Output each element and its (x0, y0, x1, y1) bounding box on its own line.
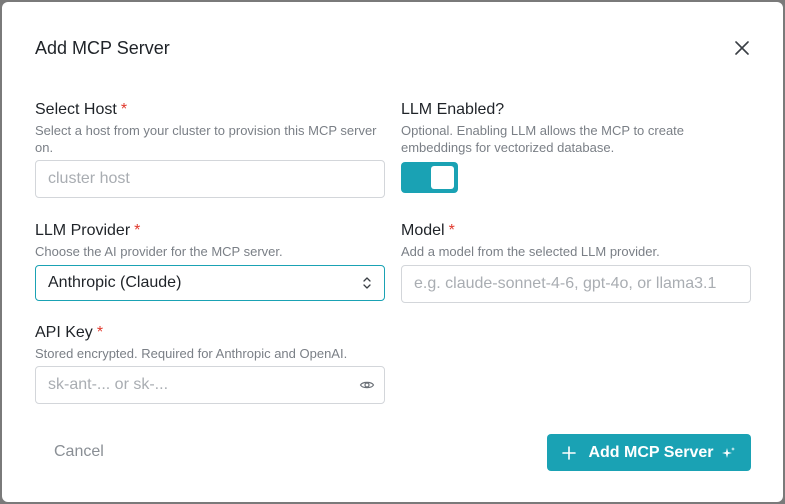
api-key-input[interactable] (35, 366, 385, 404)
close-icon (735, 41, 749, 55)
model-input[interactable] (401, 265, 751, 303)
required-marker: * (96, 324, 104, 341)
api-key-label: API Key * (35, 324, 104, 341)
host-label: Select Host * (35, 101, 128, 118)
eye-icon (359, 381, 375, 389)
model-label: Model * (401, 222, 455, 239)
required-marker: * (448, 222, 455, 239)
host-input[interactable] (35, 160, 385, 198)
add-mcp-server-label: Add MCP Server (588, 443, 714, 461)
required-marker: * (120, 101, 128, 118)
required-marker: * (134, 222, 141, 239)
add-mcp-server-dialog: Add MCP Server Select Host * Select a hos… (2, 2, 783, 502)
model-field-header: Model * Add a model from the selected LLM… (401, 221, 751, 260)
llm-enabled-header: LLM Enabled? Optional. Enabling LLM allo… (401, 100, 751, 156)
llm-enabled-label: LLM Enabled? (401, 101, 505, 118)
api-key-field-header: API Key * Stored encrypted. Required for … (35, 323, 395, 362)
api-key-help-text: Stored encrypted. Required for Anthropic… (35, 346, 348, 361)
toggle-knob (431, 166, 454, 189)
host-field-header: Select Host * Select a host from your clu… (35, 100, 395, 156)
llm-enabled-help-text: Optional. Enabling LLM allows the MCP to… (401, 123, 685, 155)
provider-selected-value: Anthropic (Claude) (48, 274, 182, 291)
provider-field-header: LLM Provider * Choose the AI provider for… (35, 221, 395, 260)
provider-help-text: Choose the AI provider for the MCP serve… (35, 244, 283, 259)
sparkle-icon (721, 446, 735, 458)
add-mcp-server-button[interactable]: Add MCP Server (547, 434, 751, 471)
provider-label: LLM Provider * (35, 222, 141, 239)
provider-select[interactable]: Anthropic (Claude) (35, 265, 385, 301)
plus-icon (562, 445, 577, 460)
close-button[interactable] (731, 37, 753, 59)
llm-enabled-toggle[interactable] (401, 162, 458, 193)
host-help-text: Select a host from your cluster to provi… (35, 123, 377, 155)
model-help-text: Add a model from the selected LLM provid… (401, 244, 660, 259)
chevron-updown-icon (363, 277, 371, 289)
cancel-button[interactable]: Cancel (54, 443, 104, 461)
show-password-button[interactable] (359, 377, 375, 393)
dialog-title: Add MCP Server (35, 38, 170, 58)
